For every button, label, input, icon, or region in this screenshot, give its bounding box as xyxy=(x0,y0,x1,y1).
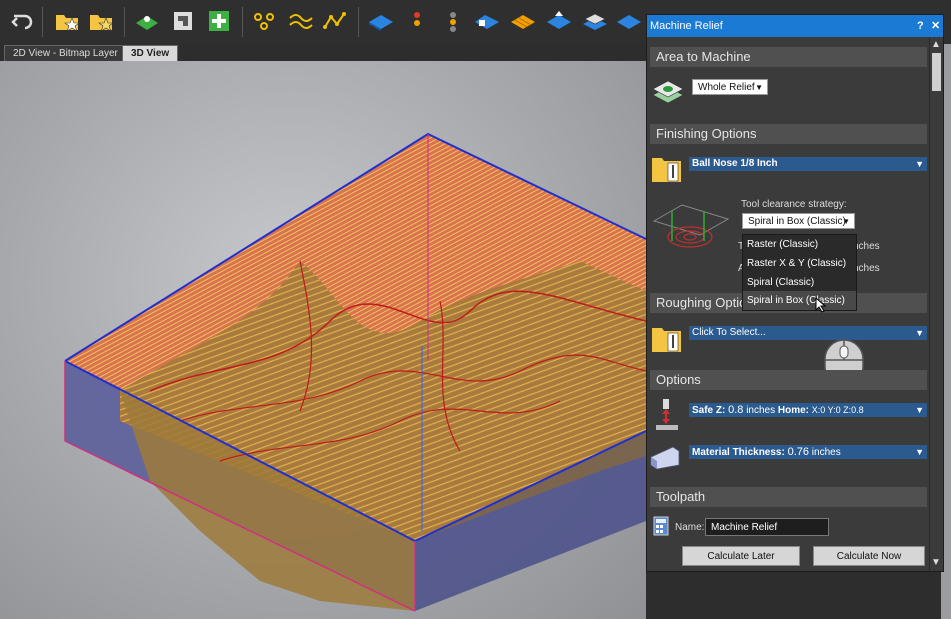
add-icon[interactable] xyxy=(204,6,234,36)
safe-z-value: 0.8 xyxy=(728,404,744,416)
layers-icon[interactable] xyxy=(580,6,610,36)
thickness-unit: inches xyxy=(811,447,841,458)
3d-viewport[interactable] xyxy=(0,61,646,619)
calculate-now-button[interactable]: Calculate Now xyxy=(813,546,925,566)
home-value: X:0 Y:0 Z:0.8 xyxy=(811,405,864,415)
stack-icon[interactable] xyxy=(438,6,468,36)
chevron-down-icon: ▼ xyxy=(915,405,924,415)
tab-2d-view[interactable]: 2D View - Bitmap Layer xyxy=(4,45,127,62)
mouse-cursor-icon xyxy=(815,296,827,318)
scroll-up-icon[interactable]: ▲ xyxy=(931,39,941,50)
help-icon[interactable]: ? xyxy=(917,15,924,37)
toolpath-header[interactable]: Toolpath xyxy=(650,487,927,507)
panel-scrollbar[interactable]: ▲ ▼ xyxy=(929,37,943,571)
chevron-down-icon: ▼ xyxy=(842,217,850,226)
safe-z-field[interactable]: Safe Z: 0.8 inches Home: X:0 Y:0 Z:0.8 ▼ xyxy=(689,403,927,417)
strategy-option-selected[interactable]: Spiral in Box (Classic) xyxy=(743,291,856,310)
shape-icon[interactable] xyxy=(472,6,502,36)
blue-diamond-icon[interactable] xyxy=(366,6,396,36)
scroll-down-icon[interactable]: ▼ xyxy=(931,557,941,568)
strategy-option[interactable]: Spiral (Classic) xyxy=(743,273,856,292)
frame-icon[interactable] xyxy=(168,6,198,36)
thickness-value: 0.76 xyxy=(787,446,810,458)
roughing-tool-select[interactable]: Click To Select... ▼ xyxy=(689,326,927,340)
close-icon[interactable]: ✕ xyxy=(931,15,940,37)
area-to-machine-header[interactable]: Area to Machine xyxy=(650,47,927,67)
polyline-icon[interactable] xyxy=(320,6,350,36)
finishing-tool-name: Ball Nose 1/8 Inch xyxy=(692,158,778,169)
strategy-option[interactable]: Raster (Classic) xyxy=(743,235,856,254)
strategy-diagram-icon xyxy=(652,201,732,258)
finishing-options-header[interactable]: Finishing Options xyxy=(650,124,927,144)
panel-titlebar: Machine Relief ? ✕ xyxy=(647,15,943,37)
view-tabs: 2D View - Bitmap Layer 3D View xyxy=(0,44,646,62)
area-select[interactable]: Whole Relief ▼ xyxy=(692,79,768,95)
area-select-value: Whole Relief xyxy=(698,82,755,93)
safe-z-unit: inches xyxy=(746,405,776,416)
smooth-nodes-icon[interactable] xyxy=(286,6,316,36)
scrollbar-thumb[interactable] xyxy=(932,53,941,91)
nodes-icon[interactable] xyxy=(250,6,280,36)
undo-icon[interactable] xyxy=(8,6,38,36)
relief-model-render xyxy=(64,132,646,612)
favorite-folder-icon[interactable] xyxy=(86,6,116,36)
home-label: Home: xyxy=(777,405,810,416)
thickness-label: Material Thickness: xyxy=(692,447,785,458)
tile-icon[interactable] xyxy=(614,6,644,36)
strategy-option[interactable]: Raster X & Y (Classic) xyxy=(743,254,856,273)
material-block-icon xyxy=(649,441,683,476)
tool-folder-icon[interactable] xyxy=(651,154,683,189)
green-layer-icon[interactable] xyxy=(132,6,162,36)
strategy-select[interactable]: Spiral in Box (Classic) ▼ xyxy=(742,213,855,229)
chevron-down-icon: ▼ xyxy=(915,159,924,169)
chevron-down-icon: ▼ xyxy=(755,83,763,92)
orange-grid-icon[interactable] xyxy=(508,6,538,36)
safe-z-label: Safe Z: xyxy=(692,405,726,416)
chevron-down-icon: ▼ xyxy=(915,328,924,338)
material-thickness-field[interactable]: Material Thickness: 0.76 inches ▼ xyxy=(689,445,927,459)
strategy-select-value: Spiral in Box (Classic) xyxy=(748,216,846,227)
calculate-later-button[interactable]: Calculate Later xyxy=(682,546,800,566)
panel-title: Machine Relief xyxy=(650,20,723,32)
raise-icon[interactable] xyxy=(544,6,574,36)
calculator-icon xyxy=(653,516,669,541)
strategy-dropdown-list: Raster (Classic) Raster X & Y (Classic) … xyxy=(742,234,857,311)
stepover-unit-partial: nches xyxy=(853,241,880,252)
allowance-unit-partial: nches xyxy=(853,263,880,274)
area-layers-icon xyxy=(651,75,685,114)
roughing-select-value: Click To Select... xyxy=(692,327,766,338)
safe-z-icon xyxy=(654,398,680,437)
options-header[interactable]: Options xyxy=(650,370,927,390)
machine-relief-panel: Machine Relief ? ✕ Area to Machine Whole… xyxy=(646,14,944,572)
traffic-light-icon[interactable] xyxy=(402,6,432,36)
roughing-folder-icon[interactable] xyxy=(651,324,683,359)
tab-3d-view[interactable]: 3D View xyxy=(122,45,179,62)
toolpath-name-label: Name: xyxy=(675,522,705,533)
strategy-label: Tool clearance strategy: xyxy=(741,199,847,210)
open-folder-icon[interactable] xyxy=(52,6,82,36)
finishing-tool-select[interactable]: Ball Nose 1/8 Inch ▼ xyxy=(689,157,927,171)
chevron-down-icon: ▼ xyxy=(915,447,924,457)
toolpath-name-input[interactable]: Machine Relief xyxy=(705,518,829,536)
